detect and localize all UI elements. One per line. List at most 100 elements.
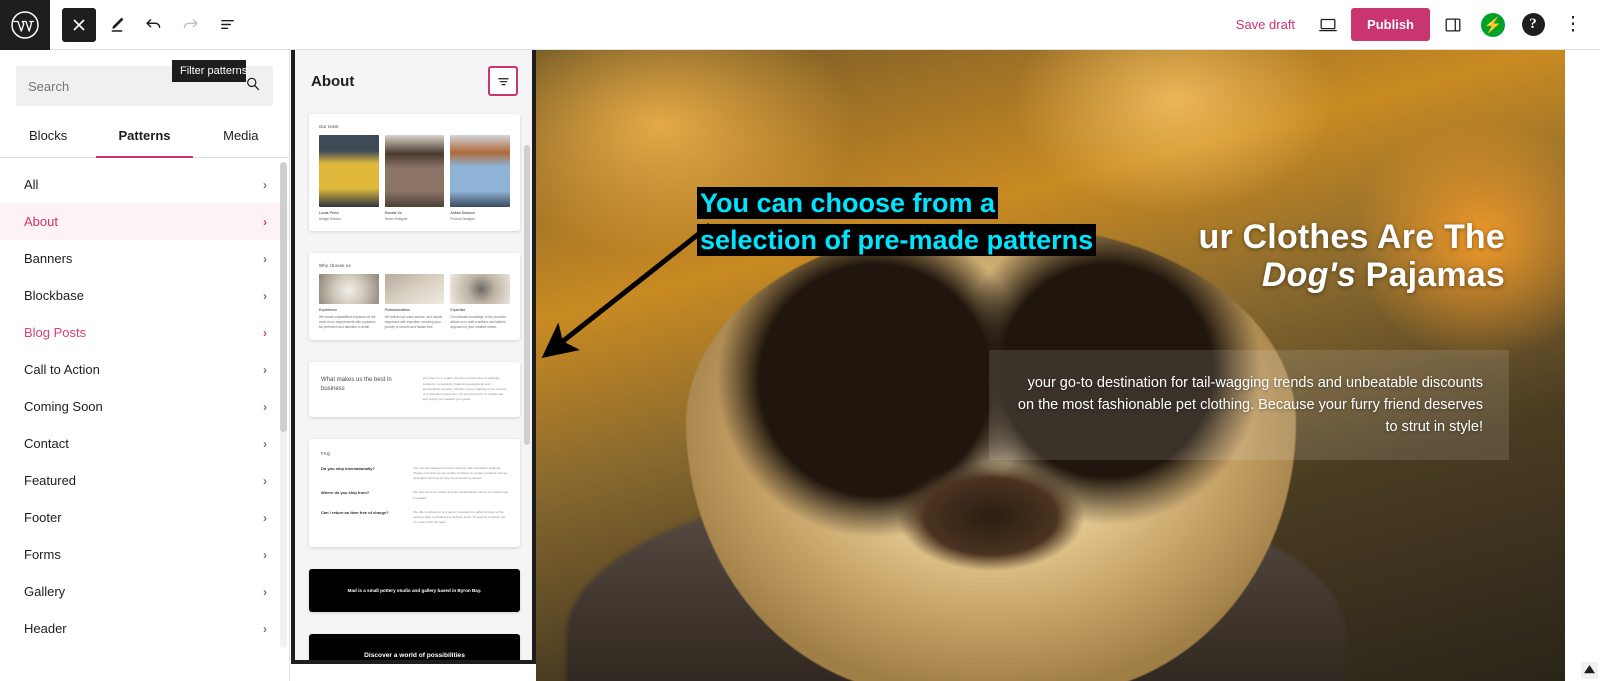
- chevron-right-icon: ›: [263, 510, 267, 525]
- faq-item: Can I return an item free of charge? We …: [321, 510, 508, 526]
- category-item-gallery[interactable]: Gallery ›: [0, 573, 289, 610]
- pattern-panel-title: About: [311, 72, 355, 90]
- why-item-body: We create unparalleled exposure on the m…: [319, 315, 376, 330]
- category-item-about[interactable]: About ›: [0, 203, 289, 240]
- category-item-contact[interactable]: Contact ›: [0, 425, 289, 462]
- annotation-line-2: selection of pre-made patterns: [697, 223, 1097, 256]
- pattern-body: Our vision is to realize the best incorp…: [422, 376, 508, 402]
- editor-top-bar: Save draft Publish ⚡ ? ⋮: [0, 0, 1600, 50]
- why-item-title: Expertise: [450, 308, 466, 312]
- team-photo: [450, 135, 511, 207]
- team-member: Ariban Dawson Product Designer: [450, 135, 511, 221]
- kebab-menu-icon[interactable]: ⋮: [1556, 8, 1590, 42]
- category-label: Banners: [24, 251, 73, 266]
- filter-patterns-icon[interactable]: [488, 66, 518, 96]
- category-item-header[interactable]: Header ›: [0, 610, 289, 647]
- annotation-line-1: You can choose from a: [697, 187, 999, 219]
- wordpress-logo-icon[interactable]: [0, 0, 50, 50]
- close-icon[interactable]: [62, 7, 96, 42]
- desktop-preview-icon[interactable]: [1311, 8, 1345, 42]
- canvas-scroll-down-button[interactable]: [1581, 662, 1598, 679]
- pencil-edit-icon[interactable]: [99, 8, 133, 42]
- cta-subtitle: Start the art experience that really eng…: [309, 663, 520, 664]
- redo-icon[interactable]: [173, 8, 207, 42]
- why-item-body: We deliver top-notch service, and handle…: [384, 315, 443, 330]
- team-member-row: Lucas Perez Design Director Rosalie Vu S…: [319, 135, 511, 221]
- pattern-heading: FAQ: [321, 450, 331, 456]
- list-view-icon[interactable]: [210, 8, 244, 42]
- category-item-call-to-action[interactable]: Call to Action ›: [0, 351, 289, 388]
- why-image: [384, 274, 445, 304]
- pattern-preview-panel: About Our team Lucas Perez Design Direct…: [291, 46, 536, 664]
- kebab-glyph: ⋮: [1563, 13, 1583, 35]
- category-list-scrollbar[interactable]: [280, 162, 287, 648]
- annotation-callout: You can choose from a selection of pre-m…: [697, 185, 1147, 258]
- jetpack-icon[interactable]: ⚡: [1476, 8, 1510, 42]
- pattern-card-our-team[interactable]: Our team Lucas Perez Design Director Ros…: [309, 114, 520, 231]
- chevron-right-icon: ›: [263, 621, 267, 636]
- category-label: Header: [24, 621, 67, 636]
- publish-button[interactable]: Publish: [1351, 8, 1430, 41]
- category-item-coming-soon[interactable]: Coming Soon ›: [0, 388, 289, 425]
- faq-question: Where do you ship from?: [321, 490, 370, 496]
- wordpress-editor-window: Save draft Publish ⚡ ? ⋮ ur Clothes Are …: [0, 0, 1600, 681]
- help-icon[interactable]: ?: [1516, 8, 1550, 42]
- category-label: About: [24, 214, 58, 229]
- tab-blocks[interactable]: Blocks: [0, 114, 96, 158]
- category-item-all[interactable]: All ›: [0, 166, 289, 203]
- search-icon[interactable]: [245, 76, 261, 97]
- team-member: Rosalie Vu Senior Designer: [384, 135, 445, 221]
- pattern-card-best-in-business[interactable]: What makes us the best in business Our v…: [309, 362, 520, 417]
- why-item-row: Experience We create unparalleled exposu…: [319, 274, 511, 330]
- category-label: Gallery: [24, 584, 66, 599]
- faq-answer: We offer a refund on any items, provided…: [413, 509, 506, 525]
- pattern-heading: What makes us the best in business: [321, 377, 392, 393]
- chevron-right-icon: ›: [263, 325, 267, 340]
- pattern-category-list: All › About › Banners › Blockbase › Blog Posts › C…: [0, 158, 289, 652]
- category-label: All: [24, 177, 39, 192]
- category-item-banners[interactable]: Banners ›: [0, 240, 289, 277]
- block-inserter-sidebar: Blocks Patterns Media All › About › Banners ›…: [0, 50, 290, 681]
- pattern-card-faq[interactable]: FAQ Do you ship internationally? Yes, we…: [309, 438, 520, 547]
- category-item-footer[interactable]: Footer ›: [0, 499, 289, 536]
- category-item-intro[interactable]: Intro›: [0, 647, 289, 652]
- chevron-right-icon: ›: [263, 399, 267, 414]
- tab-patterns[interactable]: Patterns: [96, 114, 193, 158]
- tab-media[interactable]: Media: [193, 114, 289, 158]
- faq-item: Do you ship internationally? Yes, we are…: [321, 466, 508, 482]
- category-item-blockbase[interactable]: Blockbase ›: [0, 277, 289, 314]
- save-draft-button[interactable]: Save draft: [1226, 11, 1305, 38]
- category-label: Forms: [24, 547, 61, 562]
- pattern-card-why-choose-us[interactable]: Why choose us Experience We create unpar…: [309, 253, 520, 341]
- pattern-card-list: Our team Lucas Perez Design Director Ros…: [295, 106, 532, 664]
- cta-title: Discover a world of possibilities: [364, 652, 465, 660]
- top-bar-left-tools: [50, 7, 244, 42]
- hero-paragraph[interactable]: your go-to destination for tail-wagging …: [989, 350, 1509, 461]
- why-image: [319, 274, 379, 304]
- category-item-forms[interactable]: Forms ›: [0, 536, 289, 573]
- why-item-body: Our intimate knowledge of the products a…: [450, 315, 506, 330]
- chevron-right-icon: ›: [263, 251, 267, 266]
- best-split: What makes us the best in business Our v…: [321, 376, 508, 402]
- settings-sidebar-icon[interactable]: [1436, 8, 1470, 42]
- team-member-name: Ariban Dawson: [450, 211, 475, 215]
- category-item-featured[interactable]: Featured ›: [0, 462, 289, 499]
- filter-patterns-tooltip: Filter patterns: [172, 60, 246, 82]
- top-bar-right-tools: Save draft Publish ⚡ ? ⋮: [1226, 8, 1600, 42]
- team-member-role: Senior Designer: [384, 217, 408, 221]
- pattern-card-studio-banner[interactable]: Mad is a small pottery studio and galler…: [309, 568, 520, 613]
- pattern-card-discover-cta[interactable]: Discover a world of possibilities Start …: [309, 634, 520, 664]
- category-item-blog-posts[interactable]: Blog Posts ›: [0, 314, 289, 351]
- pattern-heading: Our team: [319, 124, 339, 129]
- why-item: Experience We create unparalleled exposu…: [319, 274, 379, 330]
- team-member-name: Lucas Perez: [319, 211, 339, 215]
- faq-answer: Yes, we are pleased to confirm that we o…: [413, 465, 508, 481]
- category-label: Featured: [24, 473, 77, 488]
- pattern-panel-header: About: [295, 50, 532, 106]
- why-item: Professionalism We deliver top-notch ser…: [384, 274, 445, 330]
- inserter-tabs: Blocks Patterns Media: [0, 114, 289, 158]
- undo-icon[interactable]: [136, 8, 170, 42]
- hero-heading-line2: Pajamas: [1355, 256, 1505, 295]
- faq-question: Can I return an item free of charge?: [321, 509, 389, 515]
- jetpack-badge: ⚡: [1481, 12, 1505, 37]
